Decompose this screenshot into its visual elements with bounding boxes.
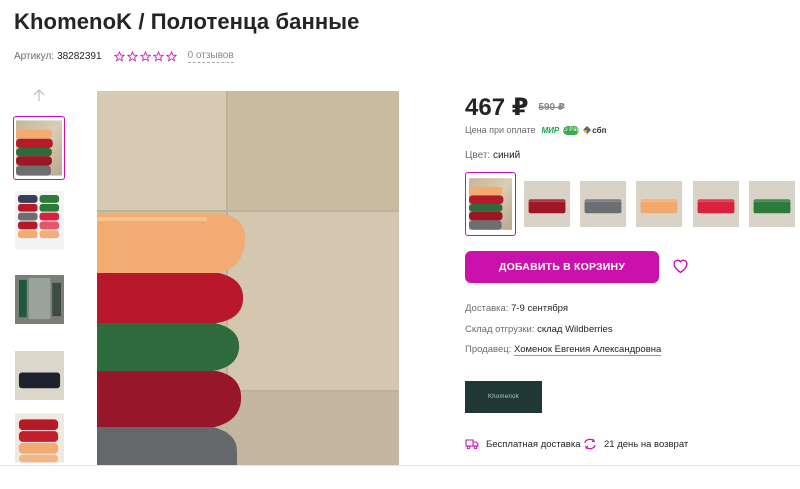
- thumbnail-4[interactable]: [15, 346, 64, 405]
- star-icon: [152, 50, 164, 62]
- warehouse-label: Склад отгрузки:: [465, 324, 535, 335]
- bathroom-image: [15, 275, 64, 324]
- mir-icon: МИР: [541, 125, 560, 135]
- thumbnail-3[interactable]: [15, 270, 64, 329]
- brand-logo[interactable]: Khomenok: [465, 381, 542, 413]
- reviews-link[interactable]: 0 отзывов: [187, 50, 234, 63]
- thumbnail-2[interactable]: [15, 191, 64, 250]
- truck-icon: [465, 439, 479, 450]
- heart-icon[interactable]: [672, 258, 689, 274]
- seller-link[interactable]: Хоменок Евгения Александровна: [513, 344, 662, 356]
- article-value: 38282391: [57, 50, 102, 62]
- divider: [0, 465, 800, 466]
- thumbnail-1[interactable]: [13, 116, 65, 180]
- color-row: Цвет: синий: [465, 150, 520, 161]
- warehouse-value: склад Wildberries: [537, 324, 613, 335]
- star-icon: [139, 50, 151, 62]
- towel-stack-image: [16, 119, 62, 177]
- towel-stack-image: [469, 176, 512, 232]
- free-delivery-perk: Бесплатная доставка: [465, 438, 581, 450]
- old-price: 590 ₽: [538, 102, 565, 113]
- current-price: 467 ₽: [465, 94, 529, 121]
- returns-perk: 21 день на возврат: [583, 438, 688, 450]
- rating-stars[interactable]: [113, 50, 177, 62]
- color-label: Цвет:: [465, 150, 491, 161]
- towel-red-image: [524, 181, 570, 227]
- free-delivery-label: Бесплатная доставка: [486, 438, 581, 450]
- main-product-image[interactable]: [97, 91, 399, 465]
- color-swatch-peach[interactable]: [636, 181, 682, 227]
- towel-gray-image: [580, 181, 626, 227]
- color-swatch-gray[interactable]: [580, 181, 626, 227]
- color-swatch-crimson[interactable]: [693, 181, 739, 227]
- towel-green-image: [749, 181, 795, 227]
- star-icon: [165, 50, 177, 62]
- returns-label: 21 день на возврат: [604, 438, 689, 450]
- return-arrows-icon: [584, 438, 596, 450]
- seller-label: Продавец:: [465, 344, 512, 355]
- product-meta: Артикул: 38282391 0 отзывов: [14, 49, 234, 63]
- price-row: 467 ₽ 590 ₽: [465, 93, 565, 122]
- google-pay-icon: G Pay: [562, 125, 580, 135]
- towel-stack-image: [15, 413, 64, 463]
- article-label: Артикул:: [14, 50, 55, 62]
- towel-crimson-image: [693, 181, 739, 227]
- arrow-up-icon[interactable]: [31, 88, 47, 102]
- towel-navy-image: [15, 351, 64, 400]
- delivery-label: Доставка:: [465, 303, 509, 314]
- sbp-icon: сбп: [583, 126, 606, 135]
- thumbnail-5[interactable]: [15, 412, 64, 464]
- color-swatch-blue[interactable]: [465, 172, 516, 236]
- towel-stack-image: [15, 191, 64, 250]
- delivery-row: Доставка: 7-9 сентября: [465, 303, 568, 314]
- warehouse-row: Склад отгрузки: склад Wildberries: [465, 324, 613, 335]
- product-title: KhomenoK / Полотенца банные: [14, 9, 360, 34]
- color-value: синий: [492, 150, 521, 161]
- towel-stack-photo: [97, 91, 399, 465]
- payment-row: Цена при оплате МИР G Pay сбп: [465, 125, 606, 135]
- color-swatch-green[interactable]: [749, 181, 795, 227]
- towel-peach-image: [636, 181, 682, 227]
- star-icon: [126, 50, 138, 62]
- add-to-cart-button[interactable]: ДОБАВИТЬ В КОРЗИНУ: [465, 251, 659, 283]
- payment-label: Цена при оплате: [465, 125, 536, 135]
- star-icon: [113, 50, 125, 62]
- color-swatch-red[interactable]: [524, 181, 570, 227]
- seller-row: Продавец: Хоменок Евгения Александровна: [465, 344, 662, 356]
- delivery-value: 7-9 сентября: [511, 303, 568, 314]
